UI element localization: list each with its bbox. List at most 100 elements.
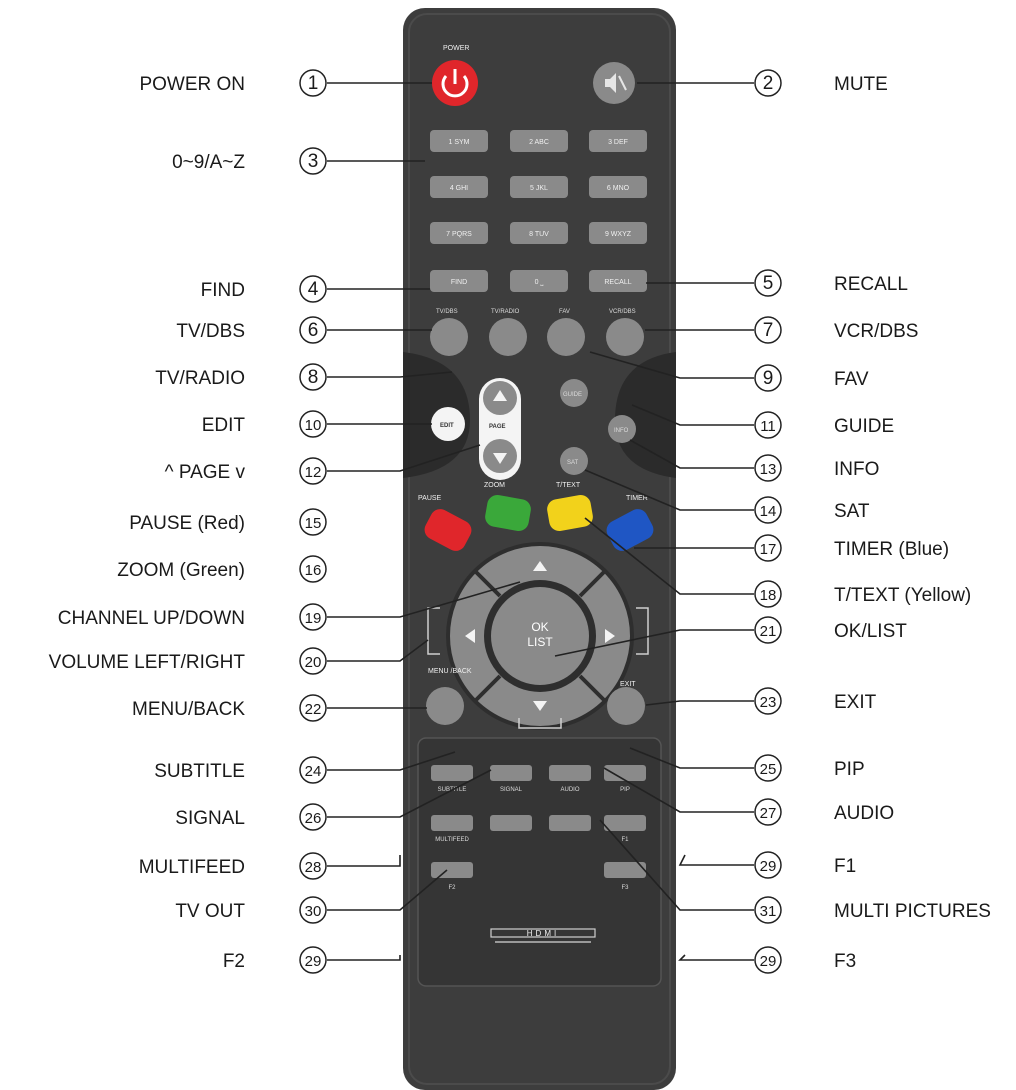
key-label: FIND [451,279,467,286]
tv-dbs-button[interactable] [430,318,468,356]
callout-number: 23 [760,694,777,711]
callout-number: 21 [760,623,777,640]
callout-label: SUBTITLE [154,761,245,782]
key-2-abc[interactable]: 2 ABC [510,130,568,152]
callout-number: 30 [305,903,322,920]
callout-label: RECALL [834,274,908,295]
key-label: 0 ⎵ [535,279,544,286]
small-key-caption: PIP [620,787,630,793]
callout-ttext: 18 T/TEXT (Yellow) [754,580,971,608]
key-find[interactable]: FIND [430,270,488,292]
callout-f1: 29 F1 [754,851,856,879]
small-key-caption: SIGNAL [500,787,523,793]
key-label: 9 WXYZ [605,231,632,238]
callout-number: 7 [763,320,774,341]
callout-mute: 2 MUTE [754,69,888,97]
key-7-pqrs[interactable]: 7 PQRS [430,222,488,244]
callout-label: TIMER (Blue) [834,539,949,560]
callout-tv-out: 30 TV OUT [175,896,327,924]
tv-radio-caption: TV/RADIO [491,309,520,315]
menu-caption: MENU /BACK [428,668,472,675]
callout-menu-back: 22 MENU/BACK [132,694,327,722]
vcr-dbs-caption: VCR/DBS [609,309,636,315]
key-label: 6 MNO [607,185,630,192]
edit-caption: EDIT [440,423,454,429]
callout-guide: 11 GUIDE [754,411,894,439]
callout-label: PIP [834,759,865,780]
callout-label: ^ PAGE v [165,462,246,483]
callout-number: 16 [305,562,322,579]
callout-exit: 23 EXIT [754,687,877,715]
small-key-row2-1[interactable] [490,815,532,831]
callout-label: VCR/DBS [834,321,918,342]
callout-tv-radio: 8 TV/RADIO [155,363,327,391]
callout-oklist: 21 OK/LIST [754,616,907,644]
callout-label: FIND [201,280,245,301]
callout-number: 31 [760,903,777,920]
callout-subtitle: 24 SUBTITLE [154,756,327,784]
sat-caption: SAT [567,460,579,466]
callout-find: 4 FIND [201,275,327,303]
callout-signal: 26 SIGNAL [175,803,327,831]
key-6-mno[interactable]: 6 MNO [589,176,647,198]
callout-power-on: 1 POWER ON [139,69,327,97]
key-5-jkl[interactable]: 5 JKL [510,176,568,198]
small-key-row2-2[interactable] [549,815,591,831]
svg-text:HDMI: HDMI [527,929,559,938]
key-8-tuv[interactable]: 8 TUV [510,222,568,244]
callout-number: 24 [305,763,322,780]
small-key-caption: F2 [448,885,456,891]
callout-number: 25 [760,761,777,778]
key-1-sym[interactable]: 1 SYM [430,130,488,152]
fav-button[interactable] [547,318,585,356]
fav-caption: FAV [559,309,570,315]
small-key-caption: F3 [621,885,629,891]
callout-label: VOLUME LEFT/RIGHT [49,652,246,673]
callout-number: 12 [305,464,322,481]
callout-label: FAV [834,369,869,390]
callout-label: EXIT [834,692,877,713]
callout-number: 1 [308,73,319,94]
key-recall[interactable]: RECALL [589,270,647,292]
callout-timer: 17 TIMER (Blue) [754,534,949,562]
small-key-caption: F1 [621,837,629,843]
pause-caption: PAUSE [418,495,442,502]
key-4-ghi[interactable]: 4 GHI [430,176,488,198]
callout-number: 22 [305,701,322,718]
callout-label: MUTE [834,74,888,95]
small-key-row2-0[interactable]: MULTIFEED [431,815,473,843]
callout-number: 15 [305,515,322,532]
remote-diagram: POWER 1 SYM 2 ABC 3 DEF 4 GHI 5 JKL 6 MNO 7 PQ… [49,8,991,1090]
callout-recall: 5 RECALL [754,269,908,297]
key-9-wxyz[interactable]: 9 WXYZ [589,222,647,244]
vcr-dbs-button[interactable] [606,318,644,356]
key-3-def[interactable]: 3 DEF [589,130,647,152]
callout-edit: 10 EDIT [202,410,327,438]
callout-number: 9 [763,368,774,389]
callout-number: 10 [305,417,322,434]
exit-button[interactable] [607,687,645,725]
callout-info: 13 INFO [754,454,879,482]
page-caption: PAGE [489,424,506,430]
key-label: RECALL [604,279,631,286]
callout-number: 11 [760,418,776,435]
callout-label: TV/RADIO [155,368,245,389]
callout-volume: 20 VOLUME LEFT/RIGHT [49,647,327,675]
callout-label: AUDIO [834,803,894,824]
key-label: 3 DEF [608,139,628,146]
callout-label: CHANNEL UP/DOWN [58,608,245,629]
key-0-[interactable]: 0 ⎵ [510,270,568,292]
key-label: 8 TUV [529,231,549,238]
callout-channel: 19 CHANNEL UP/DOWN [58,603,327,631]
callout-page: 12 ^ PAGE v [165,457,327,485]
info-caption: INFO [614,428,629,434]
key-label: 4 GHI [450,185,468,192]
key-label: 2 ABC [529,139,549,146]
callout-label: 0~9/A~Z [172,152,245,173]
callout-f3: 29 F3 [754,946,856,974]
callout-number: 8 [308,367,319,388]
ttext-caption: T/TEXT [556,482,581,489]
tv-radio-button[interactable] [489,318,527,356]
callout-alnum: 3 0~9/A~Z [172,147,327,175]
menu-back-button[interactable] [426,687,464,725]
